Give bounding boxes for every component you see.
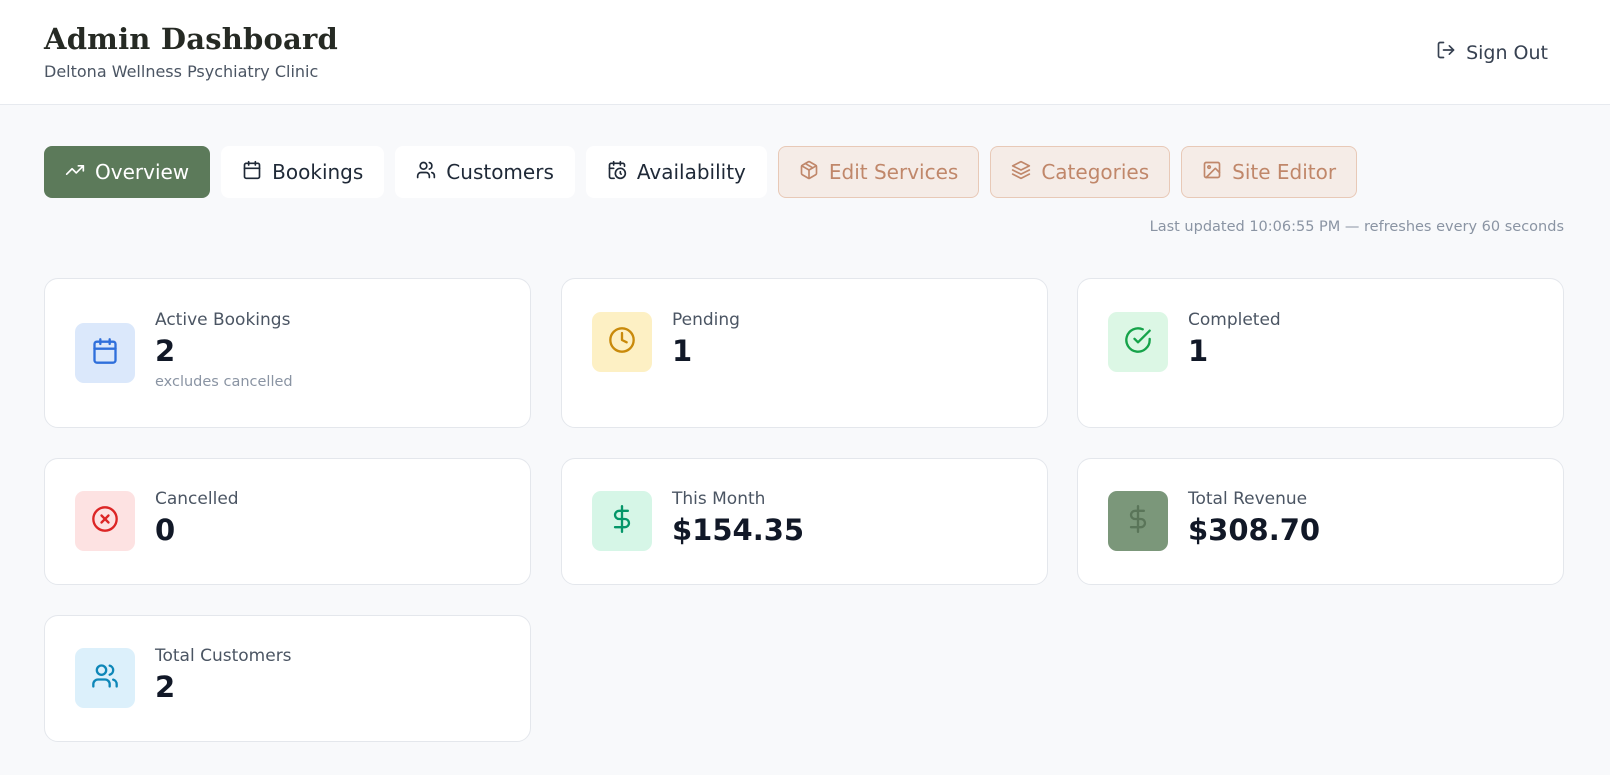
last-updated-status: Last updated 10:06:55 PM — refreshes eve… [1149,219,1564,235]
stat-card-cancelled: Cancelled 0 [44,458,531,585]
stat-label: This Month [672,489,766,509]
stat-card-total-revenue: Total Revenue $308.70 [1077,458,1564,585]
package-icon [799,160,819,185]
x-circle-icon [91,505,119,537]
stat-card-active-bookings: Active Bookings 2 excludes cancelled [44,278,531,428]
log-out-icon [1436,40,1456,65]
stat-icon-box [592,312,652,372]
page-title: Admin Dashboard [44,22,338,56]
users-icon [91,662,119,694]
stat-icon-box [75,323,135,383]
stat-value: 1 [672,334,693,368]
stat-label: Active Bookings [155,310,291,330]
top-header: Admin Dashboard Deltona Wellness Psychia… [0,0,1610,105]
stat-label: Pending [672,310,740,330]
stat-label: Cancelled [155,489,239,509]
stat-icon-box [75,491,135,551]
tab-availability[interactable]: Availability [585,146,767,198]
dollar-icon [1124,505,1152,537]
stat-label: Total Revenue [1188,489,1308,509]
tab-site-editor[interactable]: Site Editor [1181,146,1358,198]
tab-label: Bookings [272,160,364,184]
stat-icon-box [1108,312,1168,372]
calendar-icon [91,337,119,369]
stat-value: 2 [155,334,176,368]
stat-card-completed: Completed 1 [1077,278,1564,428]
calendar-clock-icon [607,160,627,185]
trending-up-icon [65,160,85,185]
stat-note: excludes cancelled [155,374,293,390]
layers-icon [1011,160,1031,185]
tab-bar: Overview Bookings Customers Availability… [44,146,1358,198]
tab-categories[interactable]: Categories [990,146,1171,198]
tab-label: Customers [446,160,554,184]
stat-icon-box [75,648,135,708]
tab-overview[interactable]: Overview [44,146,211,198]
tab-edit-services[interactable]: Edit Services [777,146,980,198]
stat-value: $308.70 [1188,513,1321,547]
tab-bookings[interactable]: Bookings [221,146,385,198]
clock-icon [608,326,636,358]
tab-label: Site Editor [1232,160,1337,184]
image-icon [1202,160,1222,185]
tab-customers[interactable]: Customers [395,146,575,198]
stat-card-this-month: This Month $154.35 [561,458,1048,585]
stat-icon-box [1108,491,1168,551]
tab-label: Categories [1041,160,1150,184]
stat-value: 0 [155,513,176,547]
stat-icon-box [592,491,652,551]
sign-out-button[interactable]: Sign Out [1436,40,1548,65]
stat-card-pending: Pending 1 [561,278,1048,428]
check-circle-icon [1124,326,1152,358]
brand: Admin Dashboard Deltona Wellness Psychia… [44,22,338,81]
stat-value: 1 [1188,334,1209,368]
stat-value: $154.35 [672,513,805,547]
stat-label: Completed [1188,310,1281,330]
sign-out-label: Sign Out [1466,41,1548,64]
tab-label: Availability [636,160,746,184]
clinic-name: Deltona Wellness Psychiatry Clinic [44,62,319,81]
stat-card-total-customers: Total Customers 2 [44,615,531,742]
tab-label: Overview [95,160,190,184]
users-icon [416,160,436,185]
calendar-icon [242,160,262,185]
tab-label: Edit Services [828,160,959,184]
dollar-icon [608,505,636,537]
stat-label: Total Customers [155,646,292,666]
stat-value: 2 [155,670,176,704]
